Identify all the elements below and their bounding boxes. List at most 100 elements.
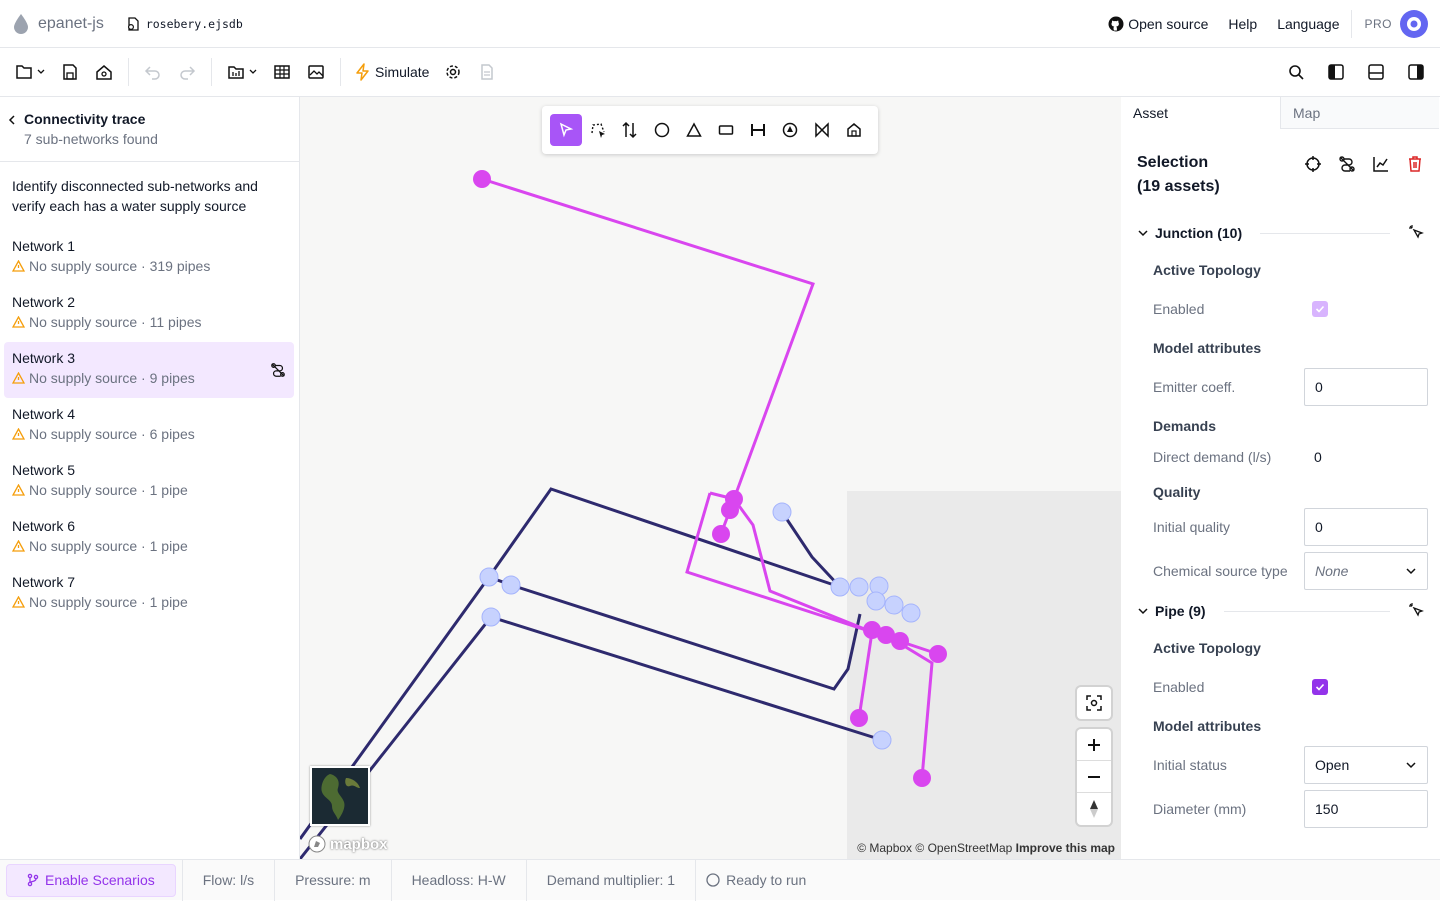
select-tool-button[interactable] (550, 114, 582, 146)
junction-node[interactable] (849, 577, 869, 597)
junction-node[interactable] (479, 567, 499, 587)
compass-button[interactable] (1077, 793, 1111, 825)
redo-button[interactable] (177, 62, 197, 82)
pump-tool-button[interactable] (774, 114, 806, 146)
junction-node[interactable] (866, 591, 886, 611)
mapbox-attribution-link[interactable]: © Mapbox (857, 841, 912, 855)
zoom-to-selection-control (1077, 687, 1111, 719)
network-map[interactable] (300, 97, 1121, 859)
headloss-formula[interactable]: Headloss: H-W (392, 859, 527, 901)
arrows-vertical-icon (622, 121, 637, 139)
chevron-down-icon (1138, 230, 1148, 237)
pipe-enabled-checkbox[interactable] (1312, 679, 1328, 695)
hide-network-button[interactable] (270, 362, 286, 381)
initial-quality-input[interactable]: 0 (1304, 508, 1428, 546)
selected-junction-node[interactable] (913, 769, 931, 787)
toggle-bottom-panel-button[interactable] (1366, 62, 1386, 82)
pipe-icon (751, 124, 765, 136)
simulation-settings-button[interactable] (443, 62, 463, 82)
junction-node[interactable] (901, 603, 921, 623)
map-canvas[interactable]: mapbox © Mapbox © OpenStreetMap Improve … (300, 97, 1121, 859)
save-as-button[interactable] (94, 62, 114, 82)
flow-units[interactable]: Flow: l/s (181, 859, 276, 901)
customer-tool-button[interactable] (838, 114, 870, 146)
toggle-right-panel-button[interactable] (1406, 62, 1426, 82)
junction-node[interactable] (481, 607, 501, 627)
junction-node[interactable] (772, 502, 792, 522)
trace-button[interactable] (1338, 155, 1356, 199)
diameter-input[interactable]: 150 (1304, 790, 1428, 828)
junction-node[interactable] (501, 575, 521, 595)
pipe-tool-button[interactable] (742, 114, 774, 146)
select-pipes-button[interactable] (1408, 602, 1424, 621)
search-button[interactable] (1286, 62, 1306, 82)
junction-node[interactable] (884, 595, 904, 615)
delete-button[interactable] (1406, 155, 1424, 199)
circle-icon (654, 122, 670, 138)
toggle-left-panel-button[interactable] (1326, 62, 1346, 82)
language-link[interactable]: Language (1277, 16, 1339, 32)
import-button[interactable] (226, 62, 258, 82)
selected-junction-node[interactable] (891, 632, 909, 650)
open-source-link[interactable]: Open source (1108, 16, 1208, 32)
selected-junction-node[interactable] (712, 525, 730, 543)
help-link[interactable]: Help (1228, 16, 1257, 32)
file-name[interactable]: rosebery.ejsdb (126, 17, 243, 31)
junction-enabled-checkbox[interactable] (1312, 301, 1328, 317)
valve-tool-button[interactable] (806, 114, 838, 146)
selected-junction-node[interactable] (721, 501, 739, 519)
trace-header: Connectivity trace 7 sub-networks found (0, 97, 299, 162)
lasso-tool-button[interactable] (582, 114, 614, 146)
table-button[interactable] (272, 62, 292, 82)
network-item[interactable]: Network 1 No supply source · 319 pipes (4, 230, 294, 286)
select-junctions-button[interactable] (1408, 224, 1424, 243)
junction-tool-button[interactable] (646, 114, 678, 146)
emitter-input[interactable]: 0 (1304, 368, 1428, 406)
demand-multiplier[interactable]: Demand multiplier: 1 (527, 859, 697, 901)
panel-tabs: Asset Map (1121, 97, 1440, 129)
reverse-tool-button[interactable] (614, 114, 646, 146)
selected-junction-node[interactable] (929, 645, 947, 663)
selected-junction-node[interactable] (850, 709, 868, 727)
junction-node[interactable] (830, 577, 850, 597)
network-item[interactable]: Network 2 No supply source · 11 pipes (4, 286, 294, 342)
network-item[interactable]: Network 7 No supply source · 1 pipe (4, 566, 294, 622)
tab-map[interactable]: Map (1280, 97, 1439, 129)
improve-map-link[interactable]: Improve this map (1016, 841, 1115, 855)
undo-button[interactable] (143, 62, 163, 82)
network-item[interactable]: Network 3 No supply source · 9 pipes (4, 342, 294, 398)
zoom-out-button[interactable] (1077, 761, 1111, 793)
osm-attribution-link[interactable]: © OpenStreetMap (915, 841, 1012, 855)
chart-button[interactable] (1372, 155, 1390, 199)
open-folder-button[interactable] (14, 62, 46, 82)
simulate-button[interactable]: Simulate (355, 63, 429, 81)
pipe[interactable] (481, 177, 815, 535)
save-button[interactable] (60, 62, 80, 82)
enable-scenarios-button[interactable]: Enable Scenarios (6, 863, 176, 897)
pressure-units[interactable]: Pressure: m (275, 859, 392, 901)
tab-asset[interactable]: Asset (1121, 97, 1280, 129)
network-item[interactable]: Network 4 No supply source · 6 pipes (4, 398, 294, 454)
gear-icon (446, 65, 461, 79)
initial-status-select[interactable]: Open (1304, 746, 1428, 784)
tank-tool-button[interactable] (710, 114, 742, 146)
network-item[interactable]: Network 6 No supply source · 1 pipe (4, 510, 294, 566)
selected-junction-node[interactable] (473, 170, 491, 188)
junction-node[interactable] (872, 730, 892, 750)
chemical-source-select[interactable]: None (1304, 552, 1428, 590)
back-button[interactable] (8, 111, 16, 161)
network-item[interactable]: Network 5 No supply source · 1 pipe (4, 454, 294, 510)
mapbox-logo[interactable]: mapbox (308, 835, 388, 853)
avatar[interactable] (1400, 9, 1428, 38)
app-logo[interactable]: epanet-js (12, 13, 104, 35)
junction-group-header[interactable]: Junction (10) (1121, 215, 1440, 251)
reservoir-tool-button[interactable] (678, 114, 710, 146)
report-button[interactable] (477, 62, 497, 82)
pipe[interactable] (300, 615, 883, 859)
map-image-button[interactable] (306, 62, 326, 82)
pipe-group-header[interactable]: Pipe (9) (1121, 593, 1440, 629)
basemap-switcher[interactable] (310, 766, 370, 826)
fit-selection-button[interactable] (1077, 687, 1111, 719)
zoom-to-button[interactable] (1304, 155, 1322, 199)
zoom-in-button[interactable] (1077, 729, 1111, 761)
